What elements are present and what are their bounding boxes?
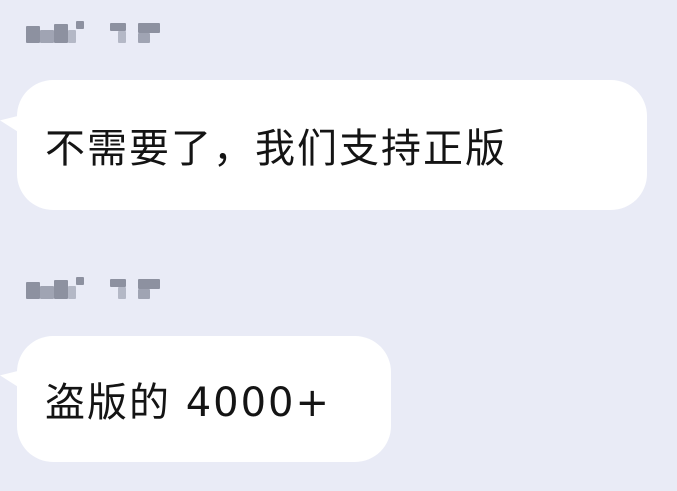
- message-bubble[interactable]: 盗版的 4000+: [17, 336, 391, 462]
- message-bubble[interactable]: 不需要了，我们支持正版: [17, 80, 647, 210]
- message-text: 不需要了，我们支持正版: [45, 126, 507, 172]
- sender-name-blurred: [26, 21, 166, 43]
- sender-name-blurred: [26, 277, 166, 299]
- message-text: 盗版的 4000+: [45, 380, 332, 426]
